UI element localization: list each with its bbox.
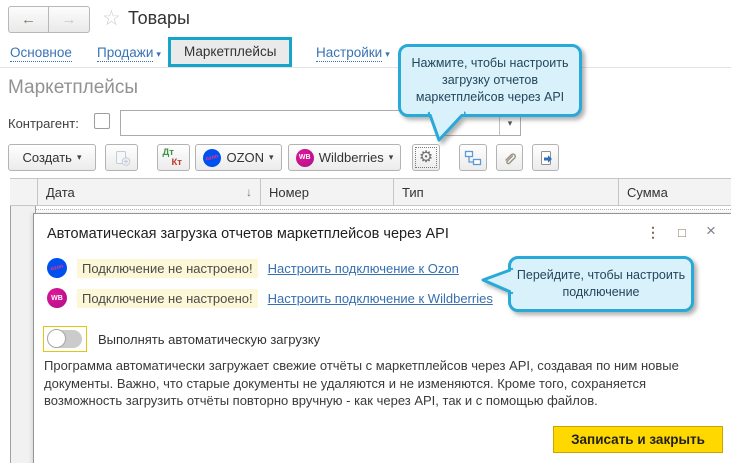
toggle-track: [48, 330, 82, 348]
ozon-logo-icon: ozon: [45, 256, 69, 280]
configure-ozon-link[interactable]: Настроить подключение к Ozon: [268, 261, 459, 276]
window-title: Товары: [128, 8, 190, 29]
app-window: ← → ☆ Товары Основное Продажи▾ Маркетпле…: [0, 0, 731, 463]
favorite-star-icon[interactable]: ☆: [102, 6, 121, 31]
link-tooltip-text: Перейдите, чтобы настроить подключение: [517, 268, 685, 299]
wildberries-menu-button[interactable]: WB Wildberries ▾: [288, 144, 401, 171]
api-settings-gear-button[interactable]: ⚙: [412, 144, 440, 171]
autoload-toggle-label: Выполнять автоматическую загрузку: [98, 332, 320, 347]
copy-button[interactable]: [105, 144, 138, 171]
chevron-down-icon: ▾: [385, 49, 390, 59]
callout-tail: [409, 111, 469, 143]
ozon-menu-button[interactable]: ozon OZON ▾: [195, 144, 282, 171]
wildberries-logo-icon: WB: [296, 149, 314, 167]
paperclip-icon: [501, 149, 519, 167]
attachments-button[interactable]: [496, 144, 523, 171]
forward-button[interactable]: →: [49, 6, 90, 33]
column-header-marker[interactable]: [10, 179, 37, 205]
dialog-title: Автоматическая загрузка отчетов маркетпл…: [47, 226, 449, 242]
callout-tail: [480, 266, 514, 296]
copy-document-icon: [113, 149, 131, 167]
column-header-sum[interactable]: Сумма: [618, 179, 731, 205]
tab-prodazhi[interactable]: Продажи▾: [97, 45, 161, 60]
column-header-type[interactable]: Тип: [393, 179, 618, 205]
close-icon[interactable]: ×: [706, 221, 716, 241]
gear-tooltip-callout: Нажмите, чтобы настроить загрузку отчето…: [398, 44, 582, 117]
toggle-knob: [47, 329, 66, 348]
wildberries-status-text: Подключение не настроено!: [77, 289, 258, 308]
configure-wildberries-link[interactable]: Настроить подключение к Wildberries: [268, 291, 493, 306]
back-button[interactable]: ←: [8, 6, 49, 33]
more-menu-icon[interactable]: ⋮: [646, 224, 660, 241]
wildberries-connection-row: WB Подключение не настроено! Настроить п…: [47, 288, 493, 308]
back-arrow-icon: ←: [21, 11, 36, 28]
load-document-icon: [537, 149, 555, 167]
gear-tooltip-text: Нажмите, чтобы настроить загрузку отчето…: [411, 56, 568, 104]
autoload-toggle[interactable]: [43, 326, 87, 352]
ozon-connection-row: ozon Подключение не настроено! Настроить…: [47, 258, 459, 278]
page-heading: Маркетплейсы: [8, 77, 138, 99]
dialog-description: Программа автоматически загружает свежие…: [44, 357, 692, 410]
column-header-number[interactable]: Номер: [260, 179, 393, 205]
chevron-down-icon: ▾: [269, 152, 274, 163]
chevron-down-icon: ▾: [77, 152, 82, 163]
sort-descending-icon: ↓: [246, 185, 252, 199]
chevron-down-icon: ▾: [508, 118, 513, 129]
tab-osnovnoe[interactable]: Основное: [10, 45, 72, 60]
structure-icon: [464, 149, 482, 167]
tabs-separator: [0, 67, 731, 68]
counterparty-checkbox[interactable]: [94, 113, 110, 129]
load-file-button[interactable]: [532, 144, 559, 171]
gear-icon: ⚙: [419, 150, 433, 166]
structure-button[interactable]: [459, 144, 487, 171]
tab-marketpleysy-active[interactable]: Маркетплейсы: [168, 37, 292, 67]
dtkt-postings-button[interactable]: Дт Кт: [157, 144, 190, 171]
counterparty-label: Контрагент:: [8, 116, 79, 131]
dtkt-icon: Дт Кт: [162, 147, 186, 169]
maximize-icon[interactable]: □: [678, 225, 686, 240]
chevron-down-icon: ▾: [389, 152, 394, 163]
create-button[interactable]: Создать ▾: [8, 144, 96, 171]
api-autoload-dialog: Автоматическая загрузка отчетов маркетпл…: [33, 213, 731, 463]
ozon-logo-icon: ozon: [202, 147, 224, 169]
forward-arrow-icon: →: [62, 11, 77, 28]
tab-nastroyki[interactable]: Настройки▾: [316, 45, 390, 60]
save-and-close-button[interactable]: Записать и закрыть: [553, 426, 723, 453]
wildberries-logo-icon: WB: [47, 288, 67, 308]
table-focus-dotted-line: [10, 209, 731, 210]
results-table-header: Дата ↓ Номер Тип Сумма: [10, 178, 731, 206]
chevron-down-icon: ▾: [156, 49, 161, 59]
ozon-status-text: Подключение не настроено!: [77, 259, 258, 278]
history-nav-group: ← →: [8, 6, 90, 33]
column-header-date[interactable]: Дата ↓: [37, 179, 260, 205]
link-tooltip-callout: Перейдите, чтобы настроить подключение: [508, 256, 694, 312]
